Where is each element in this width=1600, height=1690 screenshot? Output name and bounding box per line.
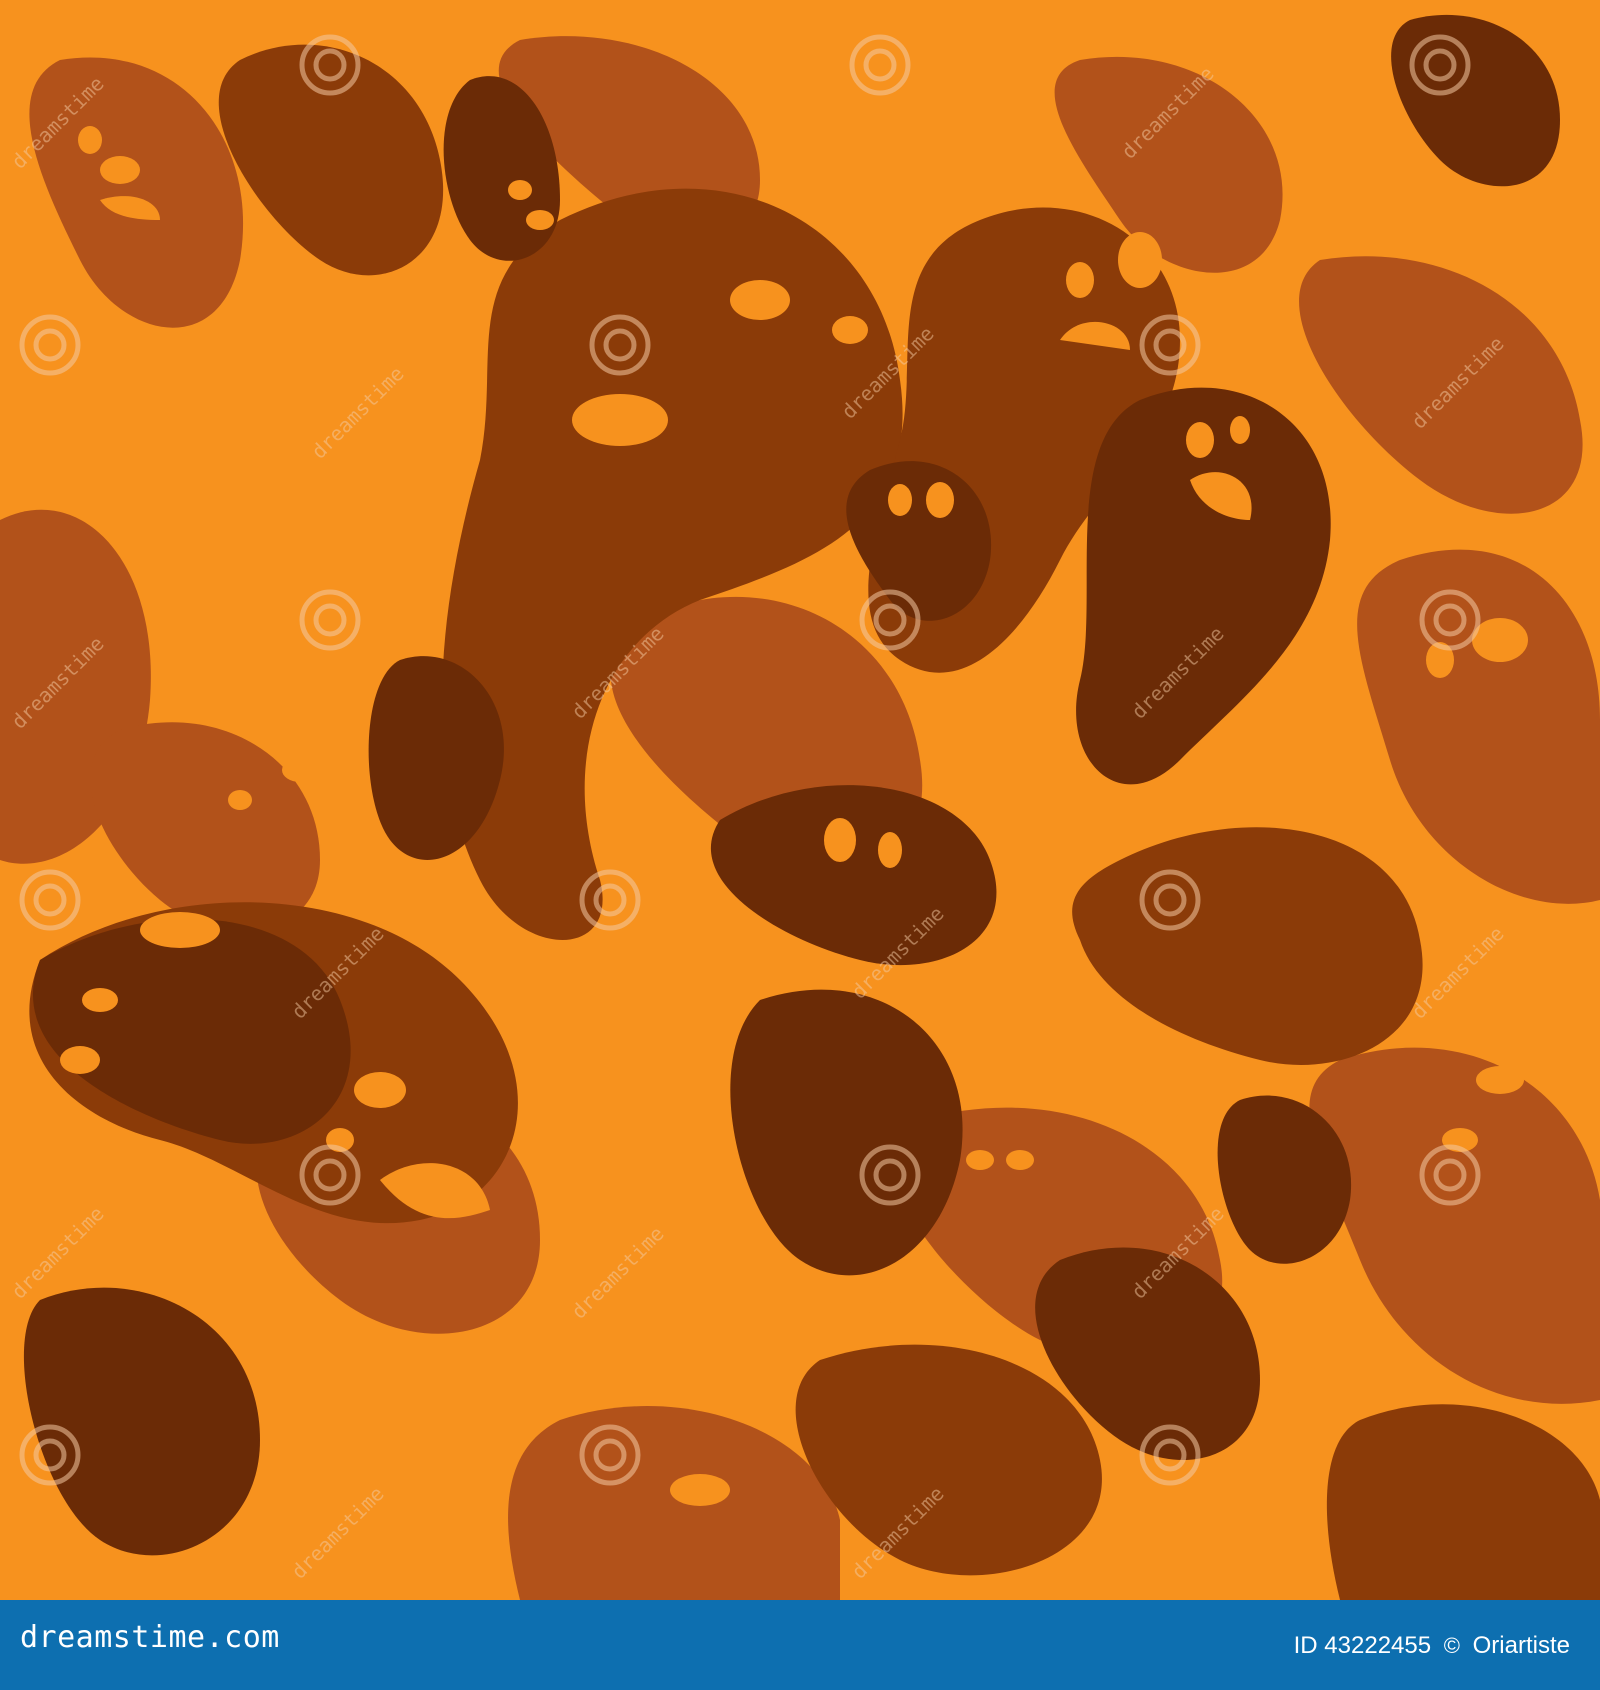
footer-id-number: 43222455 <box>1324 1632 1432 1659</box>
footer-image-id: ID 43222455 © Oriartiste <box>1294 1632 1570 1660</box>
footer-author[interactable]: Oriartiste <box>1473 1632 1570 1659</box>
ghost-pattern-artwork: dreamstime dreamstime dreamstime dreamst… <box>0 0 1600 1600</box>
footer-brand-text[interactable]: dreamstime.com <box>20 1620 280 1655</box>
footer-id-prefix: ID <box>1293 1632 1318 1659</box>
copyright-icon: © <box>1443 1633 1460 1658</box>
stock-image-frame: dreamstime dreamstime dreamstime dreamst… <box>0 0 1600 1690</box>
stock-footer-bar: dreamstime.com ID 43222455 © Oriartiste <box>0 1600 1600 1690</box>
